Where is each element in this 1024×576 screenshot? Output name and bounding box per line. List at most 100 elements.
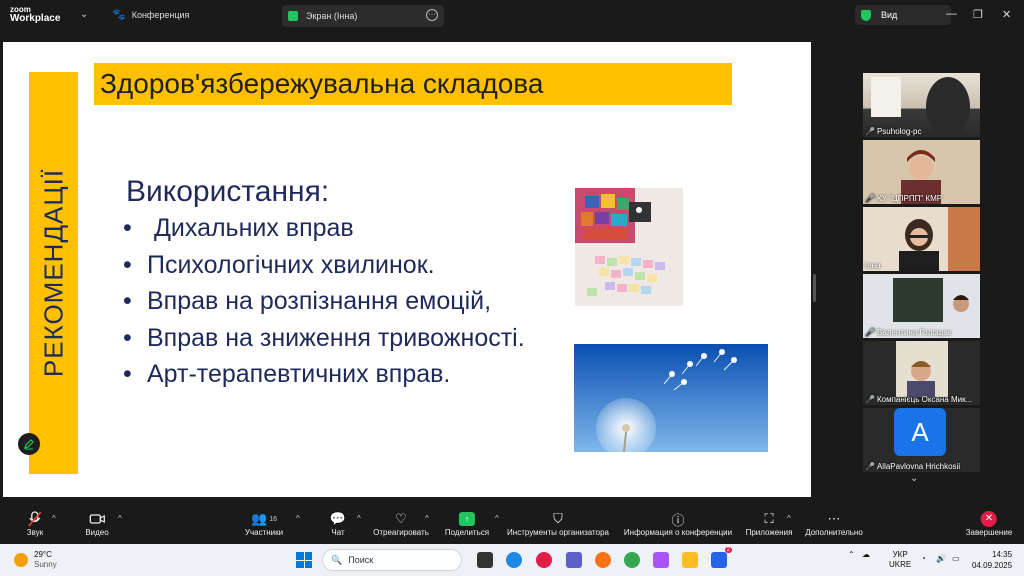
search-icon: 🔍 (331, 554, 343, 565)
zoom-app-icon[interactable]: 2 (711, 547, 732, 568)
logo-line2: Workplace (10, 13, 61, 24)
weather-widget[interactable]: 29°C Sunny (14, 550, 57, 569)
participant-tile-active[interactable]: Інна (863, 207, 980, 271)
participant-label: AllaPavlovna Hrichkosii (876, 462, 961, 471)
view-label: Вид (881, 10, 898, 20)
participants-button[interactable]: 👥 16 Участники (245, 510, 283, 537)
end-meeting-button[interactable]: ✕ Завершение (965, 510, 1013, 537)
host-tools-button[interactable]: ⛉ Инструменты организатора (507, 510, 609, 537)
edge-browser-icon[interactable] (506, 552, 522, 568)
bullet-text: Вправ на зниження тривожності. (147, 323, 525, 352)
mic-muted-icon: 🎤 (865, 395, 875, 404)
language-indicator[interactable]: УКР UKRE (889, 550, 911, 570)
list-item: • Вправ на зниження тривожності. (123, 324, 525, 361)
participants-options-chevron-icon[interactable]: ^ (296, 514, 300, 523)
temperature: 29°C (34, 550, 52, 559)
bullet-text: Дихальних вправ (153, 214, 354, 242)
opera-browser-icon[interactable] (536, 552, 552, 568)
audio-label: Звук (26, 528, 44, 537)
task-view-icon[interactable] (477, 552, 493, 568)
apps-options-chevron-icon[interactable]: ^ (787, 514, 791, 523)
chrome-icon[interactable] (624, 552, 640, 568)
zoom-logo: zoom Workplace (10, 5, 61, 24)
participant-tile[interactable]: 🎤 Компанієць Оксана Мик... (863, 341, 980, 405)
slide-heading: Використання: (126, 175, 330, 208)
participant-name: 🎤 КУ "ЦПРПП" КМР (865, 194, 942, 203)
chat-options-chevron-icon[interactable]: ^ (357, 514, 361, 523)
network-icon[interactable]: ⌃ (848, 550, 855, 560)
participant-label: Інна (865, 261, 881, 270)
annotate-pen-icon[interactable] (18, 433, 40, 455)
panel-resize-handle[interactable] (813, 274, 816, 302)
wifi-icon[interactable]: ◔ (921, 554, 926, 564)
search-placeholder: Поиск (348, 555, 374, 565)
chat-label: Чат (331, 528, 345, 537)
view-button[interactable]: Вид (855, 5, 951, 25)
participant-tile[interactable]: 🎤 Валентина Голощак (863, 274, 980, 338)
paw-icon: 🐾 (112, 9, 126, 21)
speaker-icon[interactable]: 🔊 (936, 554, 946, 564)
share-options-chevron-icon[interactable]: ^ (495, 514, 499, 523)
participant-tile[interactable]: 🎤 Psuholog-pc (863, 73, 980, 137)
react-options-chevron-icon[interactable]: ^ (425, 514, 429, 523)
taskbar-search[interactable]: 🔍 Поиск (322, 549, 462, 571)
maximize-icon[interactable]: ❐ (973, 8, 983, 21)
meeting-info-button[interactable]: ⓘ Информация о конференции (624, 510, 732, 538)
share-label: Поделиться (444, 528, 490, 537)
language-line2: UKRE (889, 560, 912, 569)
tray-chevron-icon[interactable]: ☁ (862, 550, 870, 560)
clock-date: 04.09.2025 (972, 561, 1013, 570)
shield-icon (861, 9, 871, 21)
bullet-text: Вправ на розпізнання емоцій, (147, 287, 492, 315)
file-explorer-icon[interactable] (682, 552, 698, 568)
audio-button[interactable]: Звук (27, 510, 43, 537)
participant-name: 🎤 Psuholog-pc (865, 127, 921, 136)
list-item: • Психологічних хвилинок. (123, 251, 525, 288)
close-icon[interactable]: ✕ (1002, 8, 1011, 21)
react-button[interactable]: ♡ Отреагировать (373, 510, 429, 537)
tab-conference[interactable]: 🐾 Конференция (112, 8, 189, 21)
participant-tile[interactable]: A 🎤 AllaPavlovna Hrichkosii (863, 408, 980, 472)
participant-name: Інна (865, 261, 881, 270)
firefox-icon[interactable] (595, 552, 611, 568)
mic-muted-icon: 🎤 (865, 462, 875, 471)
side-label: РЕКОМЕНДАЦІЇ (38, 168, 69, 378)
dandelion-image (574, 344, 768, 452)
minimize-icon[interactable]: — (946, 8, 957, 20)
bullet-list: • Дихальних вправ • Психологічних хвилино… (123, 214, 525, 397)
participants-icon: 👥 (251, 511, 268, 526)
clock[interactable]: 14:35 04.09.2025 (972, 549, 1012, 571)
list-item: • Арт-терапевтичних вправ. (123, 360, 525, 397)
participants-label: Участники (244, 528, 284, 537)
battery-icon[interactable]: ▭ (952, 554, 960, 564)
tab-screen[interactable]: Экран (Інна) ··· (282, 5, 444, 27)
bullet-dot: • (123, 287, 132, 315)
teams-icon[interactable] (566, 552, 582, 568)
tab-conference-label: Конференция (131, 9, 190, 20)
chat-button[interactable]: 💬 Чат (330, 510, 346, 537)
share-screen-icon: ↑ (459, 512, 475, 526)
chevron-down-icon[interactable]: ⌄ (80, 9, 88, 20)
share-button[interactable]: ↑ Поделиться (445, 510, 489, 537)
patchwork-elephant-image (575, 188, 683, 306)
end-label: Завершение (965, 528, 1013, 537)
clock-time: 14:35 (992, 550, 1013, 559)
audio-options-chevron-icon[interactable]: ^ (52, 514, 56, 523)
participant-label: Psuholog-pc (876, 127, 922, 136)
video-options-chevron-icon[interactable]: ^ (118, 514, 122, 523)
video-label: Видео (85, 528, 109, 537)
gallery-scroll-down-icon[interactable]: ⌄ (910, 473, 918, 484)
windows-start-icon[interactable] (296, 552, 312, 568)
video-button[interactable]: Видео (85, 510, 109, 537)
mic-muted-icon: 🎤 (865, 328, 875, 337)
react-label: Отреагировать (373, 528, 429, 537)
close-icon: ✕ (980, 511, 997, 527)
more-options-icon[interactable]: ··· (426, 9, 438, 21)
more-button[interactable]: ⋯ Дополнительно (805, 510, 863, 537)
participant-tile[interactable]: 🎤 КУ "ЦПРПП" КМР (863, 140, 980, 204)
apps-button[interactable]: ⛶ Приложения (746, 510, 793, 537)
bullet-text: Психологічних хвилинок. (147, 250, 435, 279)
participants-count: 16 (269, 515, 277, 523)
participant-label: Валентина Голощак (876, 328, 952, 337)
copilot-icon[interactable] (653, 552, 669, 568)
